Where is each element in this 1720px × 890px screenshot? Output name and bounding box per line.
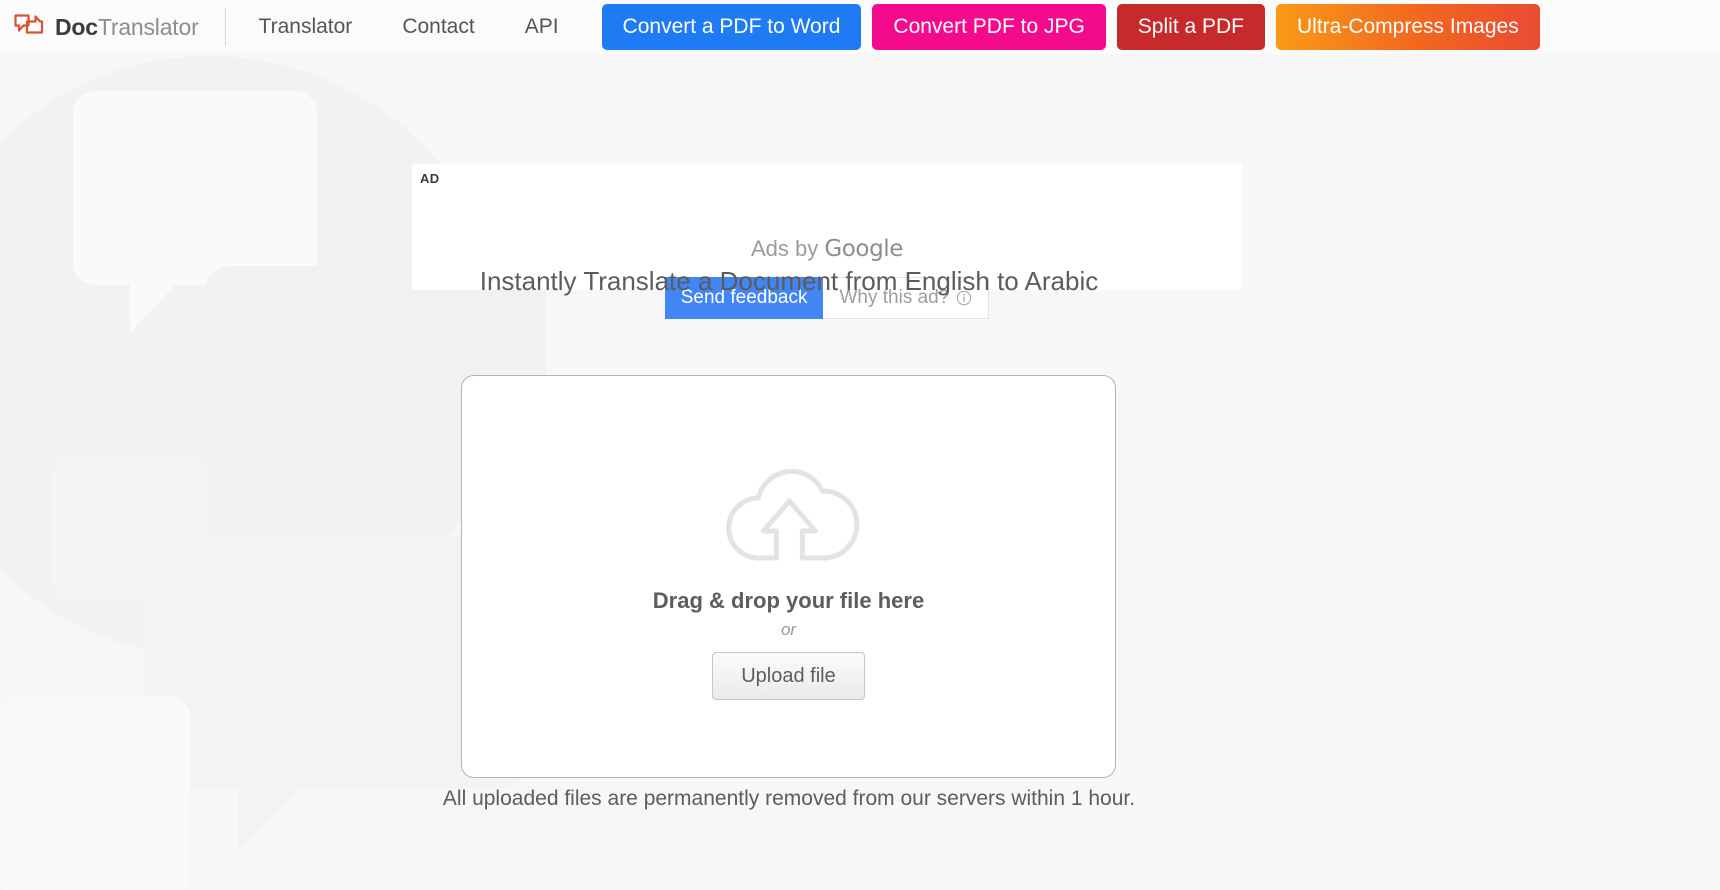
- nav-cta-group: Convert a PDF to Word Convert PDF to JPG…: [601, 3, 1540, 51]
- privacy-note: All uploaded files are permanently remov…: [442, 787, 1136, 810]
- drag-drop-label: Drag & drop your file here: [652, 587, 925, 613]
- cta-ultra-compress-images[interactable]: Ultra-Compress Images: [1276, 3, 1540, 51]
- google-wordmark: Google: [824, 236, 904, 262]
- brand-name-bold: Doc: [55, 13, 98, 40]
- brand-name: DocTranslator: [55, 14, 199, 41]
- ad-badge: AD: [420, 171, 440, 186]
- nav-link-contact[interactable]: Contact: [377, 0, 499, 54]
- speech-bubbles-logo-icon: [14, 14, 44, 34]
- upload-file-button[interactable]: Upload file: [712, 651, 865, 700]
- cta-convert-pdf-to-word[interactable]: Convert a PDF to Word: [601, 3, 862, 51]
- ads-by-google-label: Ads by Google: [412, 236, 1242, 262]
- nav-divider: [224, 8, 226, 46]
- nav-link-api[interactable]: API: [500, 0, 584, 54]
- cta-convert-pdf-to-jpg[interactable]: Convert PDF to JPG: [872, 3, 1106, 51]
- brand-logo-link[interactable]: DocTranslator: [14, 0, 225, 54]
- page-title: Instantly Translate a Document from Engl…: [479, 266, 1099, 296]
- cta-split-a-pdf[interactable]: Split a PDF: [1116, 3, 1265, 51]
- or-separator-label: or: [780, 619, 797, 639]
- file-dropzone[interactable]: Drag & drop your file here or Upload fil…: [461, 375, 1116, 778]
- top-navigation-bar: DocTranslator Translator Contact API Con…: [0, 0, 1720, 54]
- nav-link-translator[interactable]: Translator: [234, 0, 378, 54]
- main-content: AD Ads by Google Send feedback Why this …: [0, 54, 1720, 890]
- cloud-upload-icon: [725, 468, 859, 561]
- ads-by-prefix: Ads by: [750, 236, 825, 261]
- brand-name-rest: Translator: [97, 13, 199, 40]
